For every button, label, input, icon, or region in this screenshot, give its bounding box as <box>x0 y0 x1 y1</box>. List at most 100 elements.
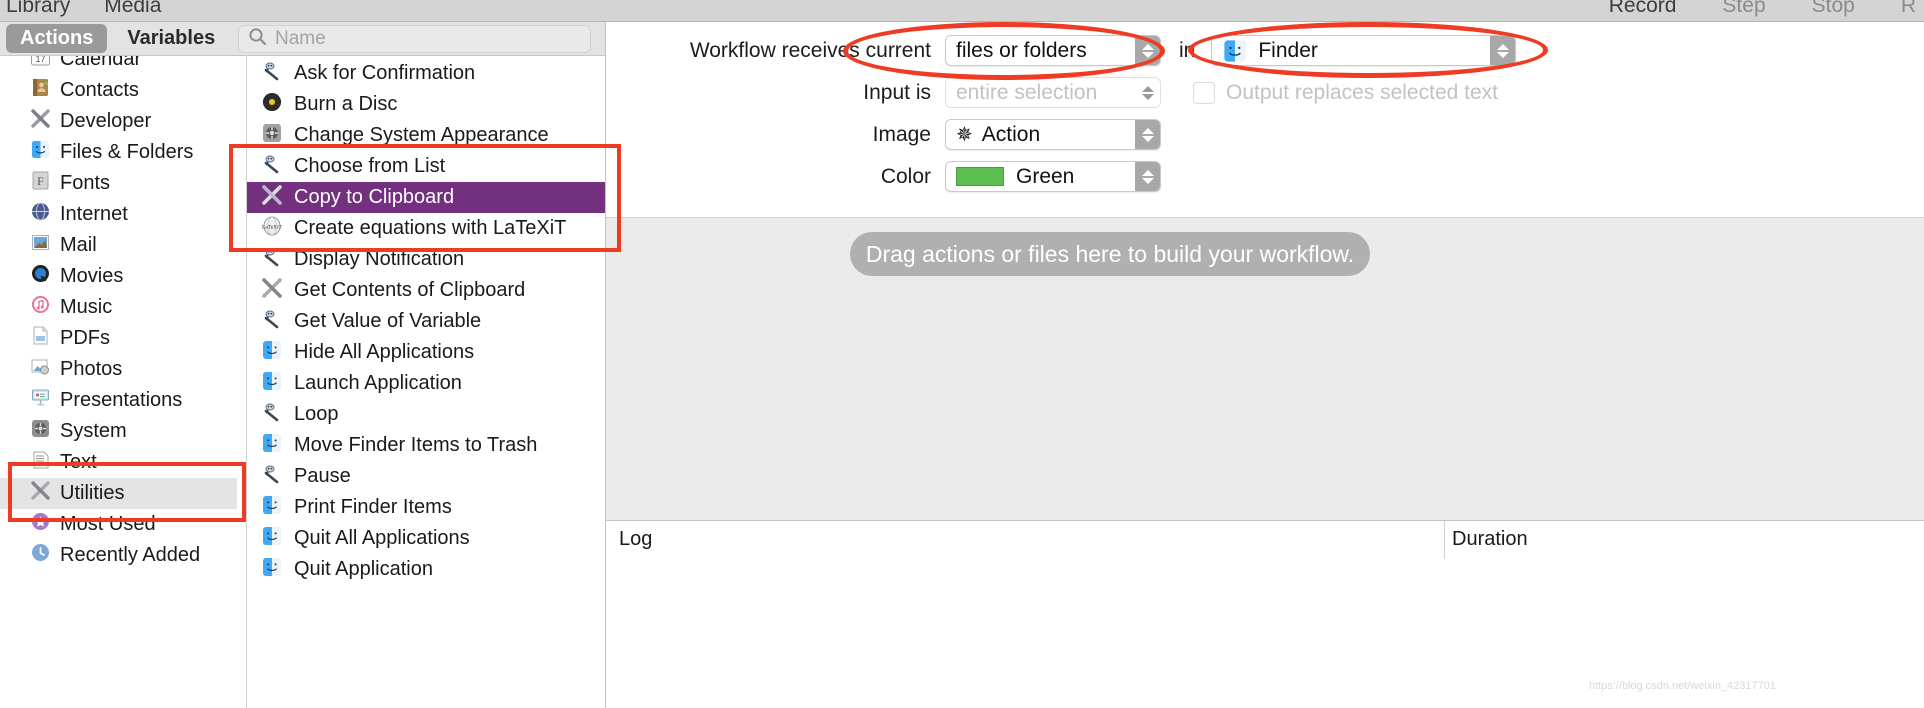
sidebar-item-mail[interactable]: Mail <box>0 230 237 261</box>
sidebar-item-most-used[interactable]: Most Used <box>0 509 237 540</box>
output-replaces-checkbox[interactable] <box>1193 81 1215 104</box>
receives-label: Workflow receives current <box>689 38 931 62</box>
finder-icon <box>261 370 283 398</box>
sidebar-item-label: Files & Folders <box>60 141 194 163</box>
receives-popup[interactable]: files or folders <box>945 35 1161 66</box>
utilities-icon <box>30 480 51 507</box>
svg-text:F: F <box>37 174 44 188</box>
burn-disc-icon <box>261 91 283 119</box>
sidebar-item-system[interactable]: System <box>0 416 237 447</box>
toolbar-item-media[interactable]: Media <box>104 0 161 18</box>
action-item-label: Create equations with LaTeXiT <box>294 217 567 239</box>
automator-robot-icon <box>261 153 283 181</box>
finder-icon <box>1222 38 1248 64</box>
action-item-label: Move Finder Items to Trash <box>294 434 538 456</box>
automator-robot-icon <box>261 60 283 88</box>
action-item-move-finder-items-to-trash[interactable]: Move Finder Items to Trash <box>247 430 605 461</box>
action-item-get-value-of-variable[interactable]: Get Value of Variable <box>247 306 605 337</box>
most-used-icon <box>30 511 51 538</box>
library-sidebar[interactable]: 17 Calendar Contacts Developer Files & F… <box>0 56 237 708</box>
tab-variables[interactable]: Variables <box>113 24 229 53</box>
sidebar-item-recently-added[interactable]: Recently Added <box>0 540 237 571</box>
workflow-canvas[interactable]: Drag actions or files here to build your… <box>606 217 1924 520</box>
sidebar-item-photos[interactable]: Photos <box>0 354 237 385</box>
action-list[interactable]: Ask for Confirmation Burn a Disc Change … <box>246 56 605 708</box>
input-is-popup[interactable]: entire selection <box>945 77 1161 108</box>
log-column-header: Log <box>619 528 653 550</box>
action-item-label: Print Finder Items <box>294 496 452 518</box>
action-item-get-contents-of-clipboard[interactable]: Get Contents of Clipboard <box>247 275 605 306</box>
image-value: Action <box>981 122 1041 146</box>
in-popup[interactable]: Finder <box>1211 35 1517 66</box>
chevron-updown-icon[interactable] <box>1135 120 1160 149</box>
action-item-label: Get Contents of Clipboard <box>294 279 526 301</box>
sidebar-item-fonts[interactable]: F Fonts <box>0 168 237 199</box>
chevron-updown-icon[interactable] <box>1135 78 1160 107</box>
photos-icon <box>30 356 51 383</box>
sidebar-item-music[interactable]: Music <box>0 292 237 323</box>
sidebar-item-utilities[interactable]: Utilities <box>0 478 237 509</box>
workflow-config-pane: Workflow receives current files or folde… <box>606 22 1924 217</box>
movies-icon <box>30 263 51 290</box>
utilities-icon <box>261 184 283 212</box>
sidebar-item-internet[interactable]: Internet <box>0 199 237 230</box>
action-item-label: Choose from List <box>294 155 446 177</box>
toolbar-item-library[interactable]: Library <box>6 0 70 18</box>
action-item-label: Ask for Confirmation <box>294 62 476 84</box>
action-item-pause[interactable]: Pause <box>247 461 605 492</box>
toolbar-item-record[interactable]: Record <box>1609 0 1677 18</box>
action-item-change-system-appearance[interactable]: Change System Appearance <box>247 120 605 151</box>
sidebar-item-calendar[interactable]: 17 Calendar <box>0 56 237 75</box>
output-replaces-checkbox-row[interactable]: Output replaces selected text <box>1193 81 1498 105</box>
sidebar-item-movies[interactable]: Movies <box>0 261 237 292</box>
sidebar-item-text[interactable]: Text <box>0 447 237 478</box>
sidebar-item-pdfs[interactable]: PDFs <box>0 323 237 354</box>
finder-icon <box>30 139 51 166</box>
automator-robot-icon <box>261 463 283 491</box>
chevron-updown-icon[interactable] <box>1135 162 1160 191</box>
action-item-display-notification[interactable]: Display Notification <box>247 244 605 275</box>
sidebar-item-label: Calendar <box>60 56 142 70</box>
action-item-print-finder-items[interactable]: Print Finder Items <box>247 492 605 523</box>
action-item-ask-for-confirmation[interactable]: Ask for Confirmation <box>247 58 605 89</box>
sidebar-item-label: Presentations <box>60 389 183 411</box>
action-item-launch-application[interactable]: Launch Application <box>247 368 605 399</box>
action-item-loop[interactable]: Loop <box>247 399 605 430</box>
action-item-label: Display Notification <box>294 248 465 270</box>
action-item-copy-to-clipboard[interactable]: Copy to Clipboard <box>247 182 605 213</box>
fonts-icon: F <box>30 170 51 197</box>
text-icon <box>30 449 51 476</box>
search-field[interactable]: Name <box>238 25 591 53</box>
action-item-choose-from-list[interactable]: Choose from List <box>247 151 605 182</box>
utilities-icon <box>261 277 283 305</box>
action-item-hide-all-applications[interactable]: Hide All Applications <box>247 337 605 368</box>
sidebar-item-label: Internet <box>60 203 128 225</box>
toolbar-item-run[interactable]: R <box>1901 0 1916 18</box>
sidebar-item-label: System <box>60 420 127 442</box>
color-swatch <box>956 167 1004 186</box>
sidebar-item-files-and-folders[interactable]: Files & Folders <box>0 137 237 168</box>
action-item-quit-application[interactable]: Quit Application <box>247 554 605 585</box>
image-label: Image <box>872 122 931 146</box>
calendar-icon: 17 <box>30 56 51 73</box>
color-popup[interactable]: Green <box>945 161 1161 192</box>
developer-icon <box>30 108 51 135</box>
action-item-burn-a-disc[interactable]: Burn a Disc <box>247 89 605 120</box>
toolbar-item-stop[interactable]: Stop <box>1812 0 1855 18</box>
automator-robot-icon <box>261 401 283 429</box>
tab-actions[interactable]: Actions <box>6 24 108 53</box>
sidebar-item-developer[interactable]: Developer <box>0 106 237 137</box>
sidebar-item-contacts[interactable]: Contacts <box>0 75 237 106</box>
window-toolbar: Library Media Record Step Stop R <box>0 0 1924 22</box>
sidebar-item-label: Utilities <box>60 482 125 504</box>
finder-icon <box>261 494 283 522</box>
toolbar-item-step[interactable]: Step <box>1722 0 1765 18</box>
action-item-label: Hide All Applications <box>294 341 475 363</box>
chevron-updown-icon[interactable] <box>1135 36 1160 65</box>
action-item-quit-all-applications[interactable]: Quit All Applications <box>247 523 605 554</box>
color-label: Color <box>880 164 931 188</box>
sidebar-item-presentations[interactable]: Presentations <box>0 385 237 416</box>
chevron-updown-icon[interactable] <box>1490 36 1516 65</box>
image-popup[interactable]: ✵ Action <box>945 119 1161 150</box>
action-item-create-equations-with-latexit[interactable]: LaTeXiT Create equations with LaTeXiT <box>247 213 605 244</box>
